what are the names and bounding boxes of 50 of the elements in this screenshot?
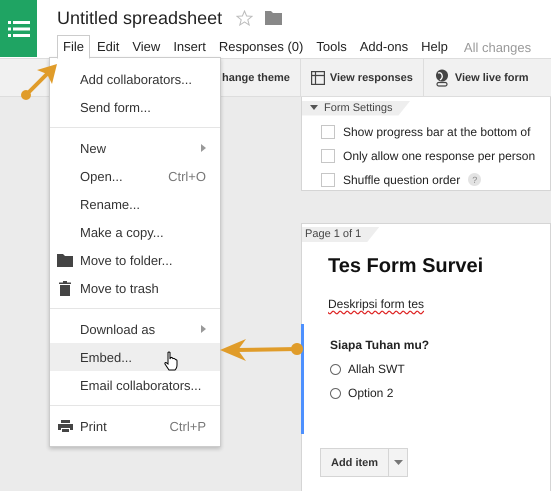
menu-item[interactable]: Rename...	[50, 190, 220, 218]
menu-item[interactable]: Embed...	[50, 343, 220, 371]
menu-item[interactable]: Move to trash	[50, 274, 220, 302]
radio-button[interactable]	[330, 364, 341, 374]
save-status: All changes	[464, 40, 532, 54]
menu-item[interactable]: View	[126, 35, 166, 59]
question-title: Siapa Tuhan mu?	[330, 338, 430, 352]
checkbox[interactable]	[321, 172, 335, 186]
folder-icon	[57, 254, 73, 266]
app-tile[interactable]	[0, 0, 37, 57]
menu-item[interactable]: Edit	[90, 35, 126, 59]
checkbox[interactable]	[321, 124, 335, 138]
document-title[interactable]: Untitled spreadsheet	[57, 8, 222, 28]
caret-icon	[310, 105, 318, 110]
radio-button[interactable]	[330, 388, 341, 398]
option-label: Option 2	[348, 386, 394, 400]
menu-item[interactable]: Download as	[50, 315, 220, 343]
hand-cursor-icon	[164, 351, 178, 371]
menu-item[interactable]: Add-ons	[354, 35, 414, 59]
form-description: Deskripsi form tes	[327, 296, 426, 311]
menu-item[interactable]: Print Ctrl+P	[50, 412, 220, 440]
star-icon[interactable]	[236, 10, 254, 26]
caret-icon	[394, 460, 403, 465]
menu-item[interactable]: Send form...	[50, 93, 220, 121]
option-label: Shuffle question order	[343, 172, 460, 186]
checkbox[interactable]	[321, 148, 335, 162]
table-icon	[310, 70, 325, 84]
menu-item[interactable]: Responses (0)	[212, 35, 310, 59]
menu-item[interactable]: Make a copy...	[50, 218, 220, 246]
trash-icon	[59, 280, 71, 296]
menu-item[interactable]: Help	[415, 35, 454, 59]
dropdown-button[interactable]	[389, 448, 408, 477]
globe-icon	[434, 68, 450, 86]
option-label: Show progress bar at the bottom of	[343, 124, 530, 138]
form-title: Tes Form Survei	[327, 254, 484, 278]
question-block[interactable]: Siapa Tuhan mu? Allah SWT Option 2	[301, 324, 550, 434]
menu-item[interactable]: Open... Ctrl+O	[50, 162, 220, 190]
folder-icon[interactable]	[265, 11, 282, 25]
settings-tab[interactable]: Form Settings	[302, 100, 410, 116]
list-icon	[8, 20, 30, 36]
menu-item[interactable]: File	[57, 35, 90, 59]
option-label: Allah SWT	[348, 362, 405, 376]
menu-item[interactable]: Insert	[167, 35, 212, 59]
menu-item[interactable]: Move to folder...	[50, 246, 220, 274]
menu-item[interactable]: Email collaborators...	[50, 371, 220, 399]
printer-icon	[58, 420, 72, 432]
menu-item[interactable]: New	[50, 134, 220, 162]
option-label: Only allow one response per person	[343, 148, 536, 162]
add-item-button[interactable]: Add item	[320, 448, 390, 477]
menu-item[interactable]: Tools	[310, 35, 353, 59]
